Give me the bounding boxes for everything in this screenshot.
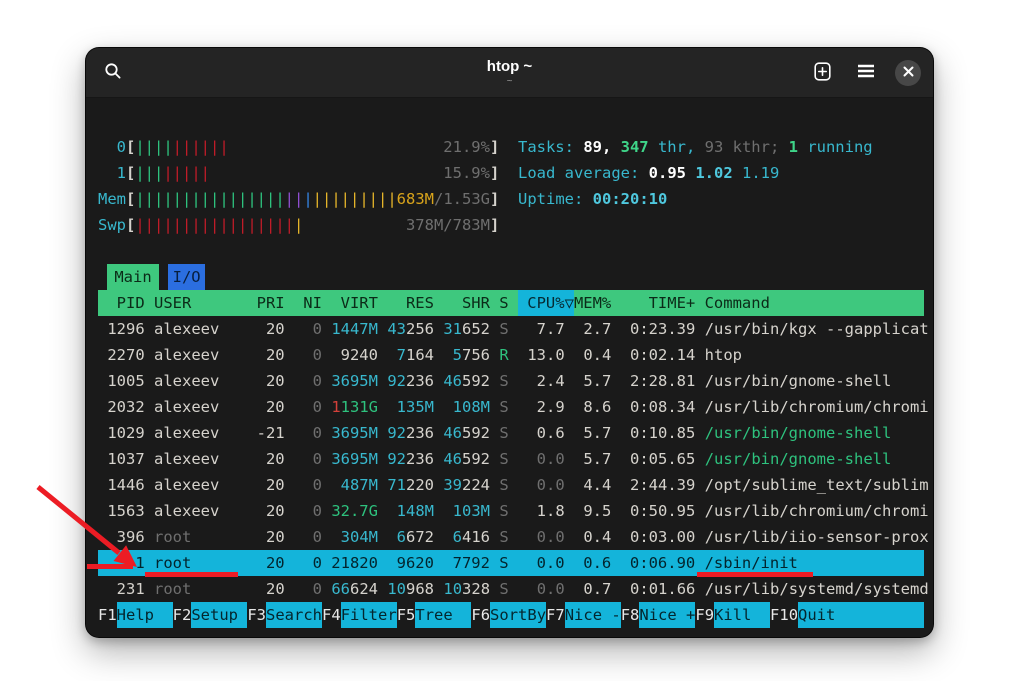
process-row-2032[interactable]: 2032 alexeev 20 0 1131G 135M 108M S 2.9 … xyxy=(98,394,924,420)
fkey-action-kill[interactable]: Kill xyxy=(714,602,770,628)
process-row-1446[interactable]: 1446 alexeev 20 0 487M 71220 39224 S 0.0… xyxy=(98,472,924,498)
fkey-action-quit[interactable]: Quit xyxy=(798,602,924,628)
fkey-f9: F9 xyxy=(695,602,714,628)
cpu0-meter: 0[|||||||||| 21.9%] Tasks: 89, 347 thr, … xyxy=(98,134,924,160)
fkey-f8: F8 xyxy=(621,602,640,628)
fkey-f4: F4 xyxy=(322,602,341,628)
fkey-action-tree[interactable]: Tree xyxy=(415,602,471,628)
fkey-action-nice--[interactable]: Nice + xyxy=(639,602,695,628)
process-table-header[interactable]: PID USER PRI NI VIRT RES SHR S CPU%▽MEM%… xyxy=(98,290,924,316)
new-tab-button[interactable] xyxy=(807,58,837,88)
fkey-action-nice--[interactable]: Nice - xyxy=(565,602,621,628)
window-title: htop ~ xyxy=(487,58,532,75)
process-row-1029[interactable]: 1029 alexeev -21 0 3695M 92236 46592 S 0… xyxy=(98,420,924,446)
new-tab-icon xyxy=(814,62,831,84)
process-row-1563[interactable]: 1563 alexeev 20 0 32.7G 148M 103M S 1.8 … xyxy=(98,498,924,524)
function-key-bar: F1Help F2Setup F3SearchF4FilterF5Tree F6… xyxy=(98,602,924,628)
fkey-f6: F6 xyxy=(471,602,490,628)
search-icon xyxy=(104,62,122,83)
fkey-action-sortby[interactable]: SortBy xyxy=(490,602,546,628)
htop-terminal: 0[|||||||||| 21.9%] Tasks: 89, 347 thr, … xyxy=(86,98,933,637)
screen-tabs: Main I/O xyxy=(98,264,924,290)
fkey-action-help[interactable]: Help xyxy=(117,602,173,628)
search-button[interactable] xyxy=(98,58,128,88)
blank-line xyxy=(98,238,924,264)
close-button[interactable] xyxy=(895,60,921,86)
process-row-1005[interactable]: 1005 alexeev 20 0 3695M 92236 46592 S 2.… xyxy=(98,368,924,394)
process-row-1037[interactable]: 1037 alexeev 20 0 3695M 92236 46592 S 0.… xyxy=(98,446,924,472)
fkey-f10: F10 xyxy=(770,602,798,628)
cpu1-meter: 1[|||||||| 15.9%] Load average: 0.95 1.0… xyxy=(98,160,924,186)
fkey-f3: F3 xyxy=(247,602,266,628)
fkey-f2: F2 xyxy=(173,602,192,628)
tab-io[interactable]: I/O xyxy=(168,264,205,290)
process-row-396[interactable]: 396 root 20 0 304M 6672 6416 S 0.0 0.4 0… xyxy=(98,524,924,550)
fkey-f7: F7 xyxy=(546,602,565,628)
hamburger-menu-icon xyxy=(857,64,875,81)
fkey-action-setup[interactable]: Setup xyxy=(191,602,247,628)
menu-button[interactable] xyxy=(851,58,881,88)
console-window: htop ~ ~ 0[|||||||||| xyxy=(85,47,934,638)
fkey-action-filter[interactable]: Filter xyxy=(341,602,397,628)
mem-meter: Mem[||||||||||||||||||||||||||||683M/1.5… xyxy=(98,186,924,212)
swp-meter: Swp[|||||||||||||||||| 378M/783M] xyxy=(98,212,924,238)
process-row-2270[interactable]: 2270 alexeev 20 0 9240 7164 5756 R 13.0 … xyxy=(98,342,924,368)
process-row-1296[interactable]: 1296 alexeev 20 0 1447M 43256 31652 S 7.… xyxy=(98,316,924,342)
fkey-f5: F5 xyxy=(397,602,416,628)
window-subtitle: ~ xyxy=(507,76,513,88)
fkey-action-search[interactable]: Search xyxy=(266,602,322,628)
close-icon xyxy=(903,65,914,80)
process-row-1-init[interactable]: 1 root 20 0 21820 9620 7792 S 0.0 0.6 0:… xyxy=(98,550,924,576)
process-row-231[interactable]: 231 root 20 0 66624 10968 10328 S 0.0 0.… xyxy=(98,576,924,602)
fkey-f1: F1 xyxy=(98,602,117,628)
tab-main[interactable]: Main xyxy=(107,264,158,290)
titlebar: htop ~ ~ xyxy=(86,48,933,98)
